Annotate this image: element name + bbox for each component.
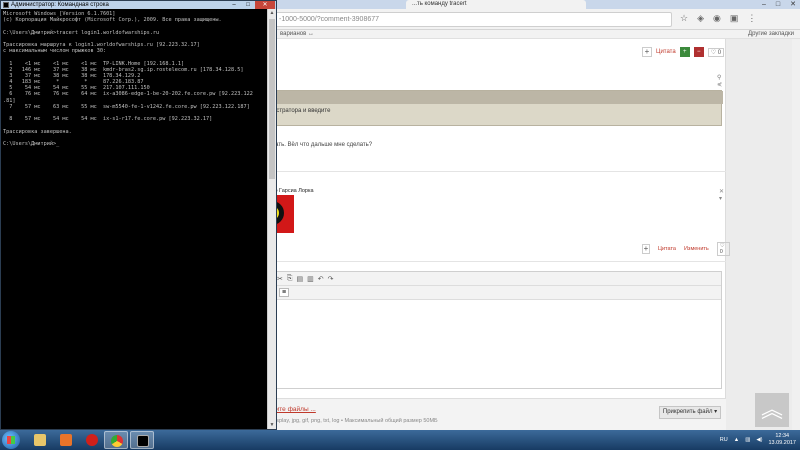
- bookmark-star-icon[interactable]: ☆: [680, 13, 688, 24]
- taskbar: RU ▲ ▥ ◀) 12:34 13.09.2017: [0, 430, 800, 450]
- attach-files-link[interactable]: рите файлы ...: [272, 406, 316, 413]
- edit-button[interactable]: Изменить: [684, 246, 709, 252]
- redo-icon[interactable]: ↷: [328, 275, 334, 283]
- quote-header: [271, 91, 723, 104]
- scroll-up-icon[interactable]: ▲: [268, 9, 276, 17]
- undo-icon[interactable]: ↶: [318, 275, 324, 283]
- opera-icon: [86, 434, 98, 446]
- browser-tab[interactable]: ...ть команду tracert: [406, 0, 586, 9]
- quote-text: истратора и введите: [273, 108, 331, 114]
- divider: [270, 171, 726, 172]
- minimize-button[interactable]: –: [762, 0, 766, 9]
- attach-file-button[interactable]: Прикрепить файл ▾: [659, 406, 721, 419]
- page-content: + Цитата + − ♡ 0 ⚲ ⋞ истратора и введите…: [270, 39, 800, 430]
- editor-toolbar-row2: ≡: [271, 286, 721, 300]
- vote-down-button[interactable]: −: [693, 47, 704, 57]
- content-column: + Цитата + − ♡ 0 ⚲ ⋞ истратора и введите…: [270, 39, 730, 430]
- cmd-title-bar[interactable]: Администратор: Командная строка – □ ✕: [1, 1, 276, 9]
- cite-button[interactable]: Цитата: [656, 49, 676, 55]
- vote-up-button[interactable]: +: [679, 47, 690, 57]
- system-tray: RU ▲ ▥ ◀) 12:34 13.09.2017: [720, 430, 796, 450]
- cmd-line: 7 57 мс 63 мс 55 мс sw-m5540-fe-1-v1242.…: [3, 103, 250, 110]
- windows-logo-icon: [7, 436, 15, 444]
- paste-icon[interactable]: ▤: [296, 275, 303, 283]
- network-icon[interactable]: ▥: [745, 437, 750, 443]
- post-actions: + Цитата + − ♡ 0: [642, 47, 725, 57]
- extension-icon[interactable]: ▣: [730, 13, 739, 24]
- browser-window-controls: – □ ✕: [762, 0, 796, 9]
- like-count: 0: [719, 249, 723, 255]
- cmd-icon: [137, 435, 149, 447]
- volume-icon[interactable]: ◀): [756, 437, 762, 443]
- bookmark-item[interactable]: варианов ↔: [280, 30, 314, 39]
- plus-icon[interactable]: +: [642, 244, 650, 254]
- extension-icon[interactable]: ◉: [713, 13, 721, 24]
- like-count: 0: [717, 49, 722, 56]
- post-options-icon[interactable]: ⚲ ⋞: [717, 74, 725, 88]
- author-name[interactable]: ко Гарсиа Лорка: [272, 188, 314, 194]
- like-counter[interactable]: ♡ 0: [716, 242, 730, 256]
- cmd-output[interactable]: Microsoft Windows [Version 6.1.7601] (c)…: [1, 9, 267, 429]
- close-button[interactable]: ✕: [255, 1, 275, 9]
- scroll-down-icon[interactable]: ▼: [268, 421, 276, 429]
- cut-icon[interactable]: ✂: [277, 275, 283, 283]
- cmd-line: 6 76 мс 76 мс 64 мс ix-a3086-edge-1-be-2…: [3, 91, 253, 98]
- post-actions: + Цитата Изменить ♡ 0: [642, 242, 730, 256]
- other-bookmarks[interactable]: Другие закладки: [748, 30, 794, 39]
- browser-window: ...ть команду tracert – □ ✕ -1000-5000/?…: [270, 0, 800, 430]
- format-icon[interactable]: ≡: [279, 288, 289, 297]
- browser-tab-strip: ...ть команду tracert – □ ✕: [270, 0, 800, 9]
- folder-icon: [34, 434, 46, 446]
- attach-hint: display, jpg, gif, png, txt, log • Макси…: [272, 418, 438, 424]
- cmd-line: 2 146 мс 37 мс 38 мс kmdr-bras2.sg.ip.ro…: [3, 66, 244, 73]
- divider: [270, 261, 726, 262]
- cmd-line: C:\Users\Дмитрий>_: [3, 140, 60, 147]
- taskbar-cmd[interactable]: [130, 431, 154, 449]
- bookmarks-bar: варианов ↔ Другие закладки: [270, 30, 800, 39]
- close-button[interactable]: ✕: [790, 0, 796, 9]
- taskbar-media[interactable]: [54, 431, 78, 449]
- clock[interactable]: 12:34 13.09.2017: [768, 433, 796, 447]
- plus-icon[interactable]: +: [642, 47, 652, 57]
- post-text: вать. Вёл что дальше мне сделать?: [272, 142, 373, 148]
- taskbar-explorer[interactable]: [28, 431, 52, 449]
- paste-text-icon[interactable]: ▥: [307, 275, 314, 283]
- menu-icon[interactable]: ⋮: [747, 13, 756, 24]
- scroll-thumb[interactable]: [269, 19, 275, 179]
- cmd-window: Администратор: Командная строка – □ ✕ Mi…: [0, 0, 277, 430]
- scroll-to-top-button[interactable]: ︽: [755, 393, 789, 427]
- taskbar-opera[interactable]: [80, 431, 104, 449]
- media-player-icon: [60, 434, 72, 446]
- start-button[interactable]: [2, 431, 20, 449]
- quote-block: истратора и введите: [270, 90, 723, 126]
- cmd-icon: [3, 2, 9, 8]
- attachments-bar: рите файлы ... display, jpg, gif, png, t…: [270, 398, 726, 430]
- reply-editor[interactable]: ✂ ⎘ ▤ ▥ ↶ ↷ ≡: [270, 271, 722, 389]
- clock-time: 12:34: [775, 433, 790, 439]
- maximize-button[interactable]: □: [241, 1, 255, 9]
- tray-arrow-icon[interactable]: ▲: [734, 437, 739, 443]
- address-bar[interactable]: -1000-5000/?comment-3908677: [274, 12, 672, 27]
- extension-icon[interactable]: ◈: [697, 13, 704, 24]
- clock-date: 13.09.2017: [768, 440, 796, 446]
- language-indicator[interactable]: RU: [720, 437, 728, 443]
- maximize-button[interactable]: □: [776, 0, 780, 9]
- minimize-button[interactable]: –: [227, 1, 241, 9]
- editor-toolbar: ✂ ⎘ ▤ ▥ ↶ ↷: [271, 272, 721, 286]
- page-scrollbar[interactable]: [792, 39, 800, 430]
- copy-icon[interactable]: ⎘: [287, 275, 293, 283]
- taskbar-chrome[interactable]: [104, 431, 128, 449]
- toolbar-icons: ☆ ◈ ◉ ▣ ⋮: [680, 13, 756, 24]
- cite-button[interactable]: Цитата: [658, 246, 676, 252]
- close-icon[interactable]: ✕ ▾: [719, 188, 725, 202]
- chrome-icon: [111, 435, 123, 447]
- cmd-scrollbar[interactable]: ▲ ▼: [267, 9, 276, 429]
- like-counter[interactable]: ♡ 0: [707, 47, 725, 57]
- browser-toolbar: -1000-5000/?comment-3908677 ☆ ◈ ◉ ▣ ⋮: [270, 9, 800, 30]
- cmd-title: Администратор: Командная строка: [11, 2, 109, 8]
